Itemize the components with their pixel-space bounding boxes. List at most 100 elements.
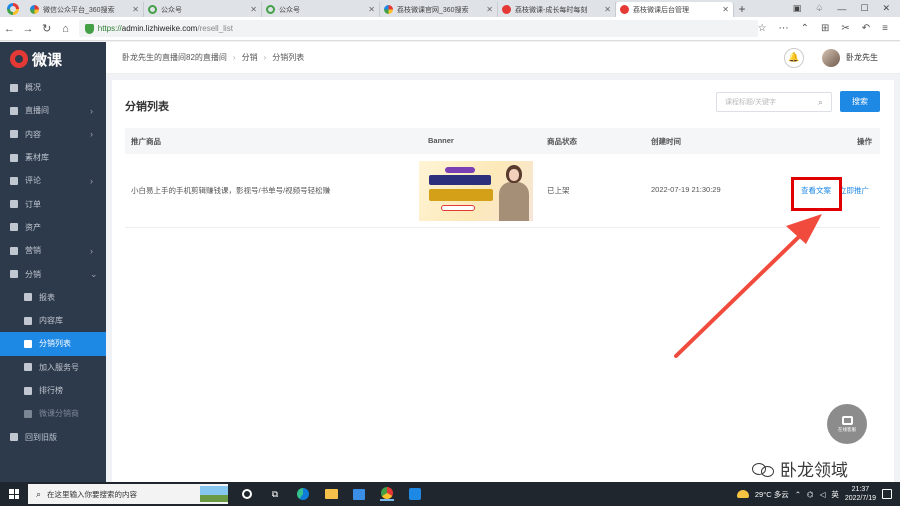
extensions-icon[interactable]: ⊞ bbox=[821, 23, 829, 34]
close-icon[interactable]: ✕ bbox=[132, 5, 139, 14]
volume-icon[interactable]: ◁ bbox=[820, 490, 826, 499]
avatar[interactable] bbox=[822, 48, 840, 67]
overview-icon bbox=[10, 83, 18, 92]
reseller-icon bbox=[24, 409, 32, 418]
notification-icon[interactable] bbox=[882, 489, 892, 499]
forward-icon[interactable]: → bbox=[19, 23, 38, 35]
tab-favicon-icon bbox=[502, 5, 511, 14]
menu-icon[interactable]: ≡ bbox=[882, 23, 888, 34]
product-name: 小白易上手的手机剪辑赚钱课，影视号/书单号/视频号轻松赚 bbox=[131, 186, 331, 195]
app-icon[interactable] bbox=[408, 487, 422, 501]
address-bar-actions: ☆ ⋯ ⌃ ⊞ ✂ ↶ ≡ bbox=[758, 23, 900, 34]
sidebar-subitem-reseller[interactable]: 微课分销商 bbox=[0, 402, 106, 425]
maximize-icon[interactable]: ☐ bbox=[860, 3, 868, 14]
search-highlight-image bbox=[200, 486, 228, 502]
close-icon[interactable]: ✕ bbox=[604, 5, 611, 14]
browser-tab[interactable]: 荔枝微课-成长每时每刻 ✕ bbox=[498, 2, 616, 17]
cortana-icon[interactable] bbox=[240, 487, 254, 501]
taskbar-search-input[interactable]: ⌕ 在这里输入你要搜索的内容 bbox=[28, 484, 228, 504]
username[interactable]: 卧龙先生 bbox=[846, 52, 878, 63]
sidebar-item-materials[interactable]: 素材库 bbox=[0, 146, 106, 169]
search-button[interactable]: 搜索 bbox=[840, 91, 880, 112]
chevron-right-icon: › bbox=[90, 245, 93, 256]
sidebar-item-assets[interactable]: 资产 bbox=[0, 216, 106, 239]
live-room-icon bbox=[10, 106, 18, 115]
browser-tab[interactable]: 微信公众平台_360搜索 ✕ bbox=[26, 2, 144, 17]
browser-360-icon[interactable] bbox=[380, 487, 394, 501]
weather-text[interactable]: 29°C 多云 bbox=[755, 489, 789, 500]
sidebar-subitem-content-library[interactable]: 内容库 bbox=[0, 309, 106, 332]
sidebar-item-distribution[interactable]: 分销 ⌄ bbox=[0, 262, 106, 285]
tab-favicon-icon bbox=[266, 5, 275, 14]
shirt-icon[interactable]: ♤ bbox=[815, 3, 823, 14]
chevron-right-icon: › bbox=[90, 105, 93, 116]
breadcrumb-separator-icon: › bbox=[232, 53, 236, 62]
brand[interactable]: 微课 bbox=[0, 42, 106, 76]
close-icon[interactable]: ✕ bbox=[368, 5, 375, 14]
sidebar-subitem-distribution-list[interactable]: 分销列表 bbox=[0, 332, 106, 356]
promote-now-link[interactable]: 立即推广 bbox=[839, 185, 869, 196]
close-icon[interactable]: ✕ bbox=[250, 5, 257, 14]
browser-tab-active[interactable]: 荔枝微课后台管理 ✕ bbox=[616, 2, 734, 17]
start-button[interactable] bbox=[0, 482, 28, 506]
highlight-box bbox=[791, 177, 842, 211]
reload-icon[interactable]: ↻ bbox=[37, 22, 56, 35]
back-icon[interactable]: ← bbox=[0, 23, 19, 35]
task-view-icon[interactable]: ⧉ bbox=[268, 487, 282, 501]
system-tray: 29°C 多云 ⌃ ⌬ ◁ 英 21:37 2022/7/19 bbox=[736, 485, 900, 503]
sidebar-subitem-ranking[interactable]: 排行榜 bbox=[0, 379, 106, 402]
tab-list-icon[interactable]: ▣ bbox=[793, 3, 802, 14]
tab-favicon-icon bbox=[148, 5, 157, 14]
tray-overflow-icon[interactable]: ⌃ bbox=[795, 490, 801, 499]
sidebar-subitem-join-service[interactable]: 加入服务号 bbox=[0, 356, 106, 379]
distribution-icon bbox=[10, 270, 18, 279]
sidebar-item-old-version[interactable]: 回到旧版 bbox=[0, 425, 106, 448]
sidebar-item-overview[interactable]: 概况 bbox=[0, 76, 106, 99]
edge-icon[interactable] bbox=[296, 487, 310, 501]
clock[interactable]: 21:37 2022/7/19 bbox=[845, 485, 876, 503]
help-button[interactable]: 在线客服 bbox=[827, 404, 867, 444]
chevron-right-icon: › bbox=[90, 175, 93, 186]
browser-tab[interactable]: 公众号 ✕ bbox=[262, 2, 380, 17]
browser-tab[interactable]: 公众号 ✕ bbox=[144, 2, 262, 17]
distribution-list-panel: 分销列表 课程标题/关键字 ⌕ 搜索 推广商品 Banner 商品状态 创建时间… bbox=[112, 80, 894, 482]
close-icon[interactable]: ✕ bbox=[486, 5, 493, 14]
close-window-icon[interactable]: ✕ bbox=[882, 3, 890, 14]
tab-favicon-icon bbox=[620, 5, 629, 14]
sidebar-item-comments[interactable]: 评论 › bbox=[0, 169, 106, 192]
tab-favicon-icon bbox=[30, 5, 39, 14]
sidebar-subitem-report[interactable]: 报表 bbox=[0, 286, 106, 309]
store-icon[interactable] bbox=[352, 487, 366, 501]
sidebar-item-content[interactable]: 内容 › bbox=[0, 123, 106, 146]
sidebar-item-marketing[interactable]: 营销 › bbox=[0, 239, 106, 262]
more-icon[interactable]: ⋯ bbox=[779, 23, 789, 34]
search-input[interactable]: 课程标题/关键字 ⌕ bbox=[716, 92, 832, 112]
browser-logo-icon[interactable] bbox=[0, 0, 26, 17]
scissors-icon[interactable]: ✂ bbox=[841, 23, 849, 34]
new-tab-icon[interactable]: + bbox=[734, 2, 750, 17]
browser-tab[interactable]: 荔枝微课官网_360搜索 ✕ bbox=[380, 2, 498, 17]
sidebar-item-live-room[interactable]: 直播间 › bbox=[0, 99, 106, 122]
weather-icon bbox=[736, 490, 749, 498]
breadcrumb-current: 分销列表 bbox=[272, 53, 305, 62]
collapse-icon[interactable]: ⌃ bbox=[801, 23, 809, 34]
minimize-icon[interactable]: — bbox=[837, 4, 846, 14]
page-title: 分销列表 bbox=[125, 101, 169, 113]
taskbar: ⌕ 在这里输入你要搜索的内容 ⧉ 29°C 多云 ⌃ ⌬ ◁ 英 21:37 2… bbox=[0, 482, 900, 506]
network-icon[interactable]: ⌬ bbox=[807, 490, 814, 499]
sidebar: 微课 概况 直播间 › 内容 › 素材库 评论 › 订单 资产 营销 › 分销 ⌄ 报表 … bbox=[0, 42, 106, 482]
home-icon[interactable]: ⌂ bbox=[56, 23, 75, 35]
sidebar-item-orders[interactable]: 订单 bbox=[0, 192, 106, 215]
star-icon[interactable]: ☆ bbox=[758, 23, 767, 34]
breadcrumb-item[interactable]: 卧龙先生的直播间82的直播间 bbox=[122, 52, 227, 63]
close-icon[interactable]: ✕ bbox=[722, 5, 729, 14]
tab-favicon-icon bbox=[384, 5, 393, 14]
undo-icon[interactable]: ↶ bbox=[862, 23, 870, 34]
created-time: 2022-07-19 21:30:29 bbox=[651, 185, 721, 194]
input-method[interactable]: 英 bbox=[831, 489, 839, 500]
chat-icon bbox=[841, 415, 853, 425]
notification-bell-icon[interactable]: 🔔 bbox=[784, 47, 804, 68]
url-input[interactable]: https://admin.lizhiweike.com/resell_list bbox=[78, 20, 758, 37]
file-explorer-icon[interactable] bbox=[324, 487, 338, 501]
breadcrumb-item[interactable]: 分销 bbox=[242, 52, 258, 63]
